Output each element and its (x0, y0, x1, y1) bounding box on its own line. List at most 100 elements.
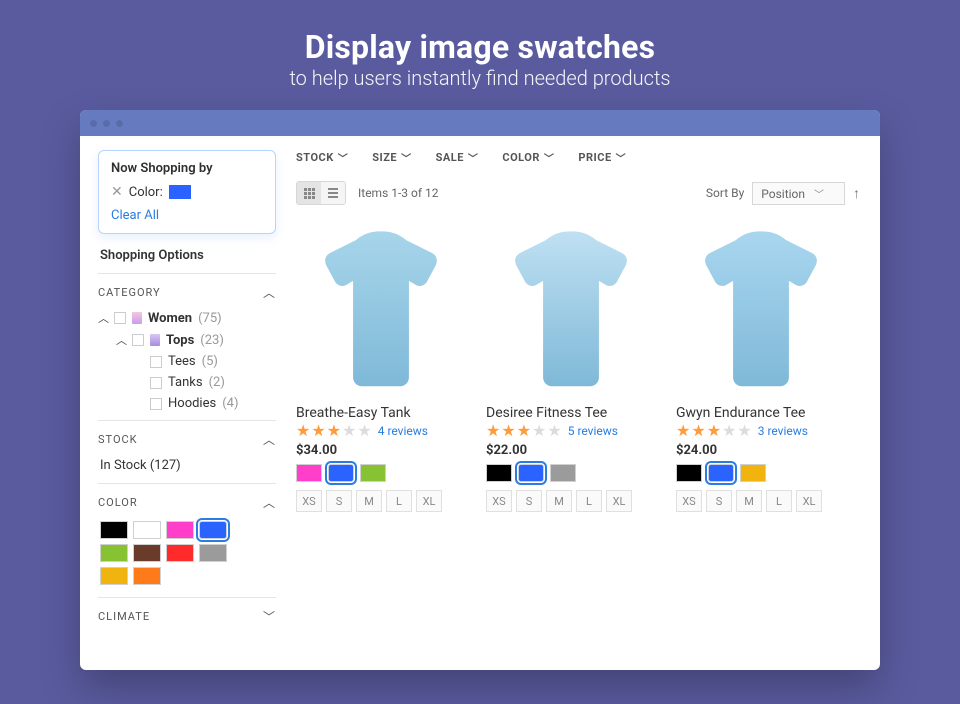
filter-dropdown[interactable]: SIZE ﹀ (372, 150, 411, 165)
star-icon: ★ (296, 423, 310, 439)
filter-head-stock[interactable]: STOCK ︿ (98, 429, 276, 454)
color-swatch[interactable] (133, 521, 161, 539)
size-option[interactable]: XS (296, 490, 322, 512)
filter-head-label: COLOR (98, 496, 138, 509)
reviews-link[interactable]: 3 reviews (758, 424, 808, 438)
product-color-swatch[interactable] (296, 464, 322, 482)
star-icon: ★ (737, 423, 751, 439)
checkbox[interactable] (132, 334, 144, 346)
rating-row: ★★★★★4 reviews (296, 423, 466, 439)
color-swatch-grid (98, 517, 276, 591)
checkbox[interactable] (114, 312, 126, 324)
chevron-up-icon[interactable]: ︿ (116, 332, 126, 348)
size-option[interactable]: L (766, 490, 792, 512)
color-swatch[interactable] (199, 521, 227, 539)
filter-attribute-label: Color: (129, 185, 163, 200)
size-option[interactable]: XL (796, 490, 822, 512)
list-view-button[interactable] (321, 182, 345, 204)
size-option[interactable]: XL (606, 490, 632, 512)
filter-head-climate[interactable]: CLIMATE ﹀ (98, 606, 276, 631)
product-color-swatch[interactable] (328, 464, 354, 482)
color-swatch[interactable] (199, 544, 227, 562)
product-card[interactable]: Breathe-Easy Tank★★★★★4 reviews$34.00XSS… (296, 217, 466, 512)
product-color-swatch[interactable] (486, 464, 512, 482)
size-option[interactable]: L (386, 490, 412, 512)
size-option[interactable]: L (576, 490, 602, 512)
top-filter-bar: STOCK ﹀ SIZE ﹀ SALE ﹀ COLOR ﹀ PRICE ﹀ (296, 150, 860, 181)
category-thumb-icon (132, 312, 142, 324)
color-swatch[interactable] (166, 544, 194, 562)
chevron-up-icon: ︿ (263, 431, 276, 448)
size-option[interactable]: S (326, 490, 352, 512)
size-option[interactable]: M (356, 490, 382, 512)
filter-head-label: CATEGORY (98, 286, 161, 299)
toolbar: Items 1-3 of 12 Sort By Position ﹀ ↑ (296, 181, 860, 211)
color-swatch[interactable] (133, 567, 161, 585)
category-count: (4) (222, 396, 238, 411)
grid-icon (304, 188, 315, 199)
product-card[interactable]: Gwyn Endurance Tee★★★★★3 reviews$24.00XS… (676, 217, 846, 512)
category-count: (75) (198, 311, 222, 326)
checkbox[interactable] (150, 398, 162, 410)
sort-select[interactable]: Position ﹀ (752, 182, 845, 205)
filter-dropdown[interactable]: SALE ﹀ (436, 150, 479, 165)
filter-head-color[interactable]: COLOR ︿ (98, 492, 276, 517)
checkbox[interactable] (150, 377, 162, 389)
color-swatch[interactable] (133, 544, 161, 562)
color-swatch[interactable] (100, 544, 128, 562)
product-color-swatch[interactable] (740, 464, 766, 482)
category-label[interactable]: Tees (168, 354, 196, 369)
checkbox[interactable] (150, 356, 162, 368)
color-swatch[interactable] (100, 521, 128, 539)
filter-dropdown[interactable]: PRICE ﹀ (578, 150, 626, 165)
size-option[interactable]: S (516, 490, 542, 512)
grid-view-button[interactable] (297, 182, 321, 204)
promo-banner: Display image swatches to help users ins… (0, 0, 960, 110)
category-label[interactable]: Hoodies (168, 396, 216, 411)
size-option[interactable]: XL (416, 490, 442, 512)
product-color-swatch[interactable] (360, 464, 386, 482)
reviews-link[interactable]: 5 reviews (568, 424, 618, 438)
category-thumb-icon (150, 334, 160, 346)
sidebar-filters: Now Shopping by ✕ Color: Clear All Shopp… (80, 136, 286, 670)
size-option[interactable]: M (546, 490, 572, 512)
filter-dropdown[interactable]: COLOR ﹀ (502, 150, 554, 165)
product-name[interactable]: Gwyn Endurance Tee (676, 405, 846, 421)
chevron-up-icon[interactable]: ︿ (98, 310, 108, 326)
category-label[interactable]: Tanks (168, 375, 203, 390)
star-icon: ★ (691, 423, 705, 439)
product-grid: Breathe-Easy Tank★★★★★4 reviews$34.00XSS… (296, 217, 860, 512)
size-option[interactable]: S (706, 490, 732, 512)
chevron-down-icon: ﹀ (401, 150, 412, 165)
product-color-swatch[interactable] (518, 464, 544, 482)
window-titlebar (80, 110, 880, 136)
browser-window: Now Shopping by ✕ Color: Clear All Shopp… (80, 110, 880, 670)
color-swatch[interactable] (100, 567, 128, 585)
chevron-down-icon: ﹀ (468, 150, 479, 165)
category-label[interactable]: Women (148, 311, 192, 326)
size-option[interactable]: XS (486, 490, 512, 512)
clear-all-link[interactable]: Clear All (111, 208, 263, 223)
filter-head-label: STOCK (98, 433, 138, 446)
filter-dropdown[interactable]: STOCK ﹀ (296, 150, 348, 165)
product-price: $34.00 (296, 443, 466, 458)
size-option[interactable]: XS (676, 490, 702, 512)
filter-head-category[interactable]: CATEGORY ︿ (98, 282, 276, 307)
traffic-dot-icon (103, 120, 110, 127)
product-color-swatch[interactable] (550, 464, 576, 482)
remove-filter-icon[interactable]: ✕ (111, 184, 123, 200)
reviews-link[interactable]: 4 reviews (378, 424, 428, 438)
product-name[interactable]: Desiree Fitness Tee (486, 405, 656, 421)
product-color-swatch[interactable] (708, 464, 734, 482)
sort-direction-button[interactable]: ↑ (853, 185, 860, 202)
sort-by-label: Sort By (706, 186, 744, 200)
star-icon: ★ (342, 423, 356, 439)
product-card[interactable]: Desiree Fitness Tee★★★★★5 reviews$22.00X… (486, 217, 656, 512)
product-name[interactable]: Breathe-Easy Tank (296, 405, 466, 421)
stock-option[interactable]: In Stock (127) (98, 454, 276, 477)
product-color-swatch[interactable] (676, 464, 702, 482)
banner-title: Display image swatches (0, 28, 960, 66)
color-swatch[interactable] (166, 521, 194, 539)
category-label[interactable]: Tops (166, 333, 194, 348)
size-option[interactable]: M (736, 490, 762, 512)
